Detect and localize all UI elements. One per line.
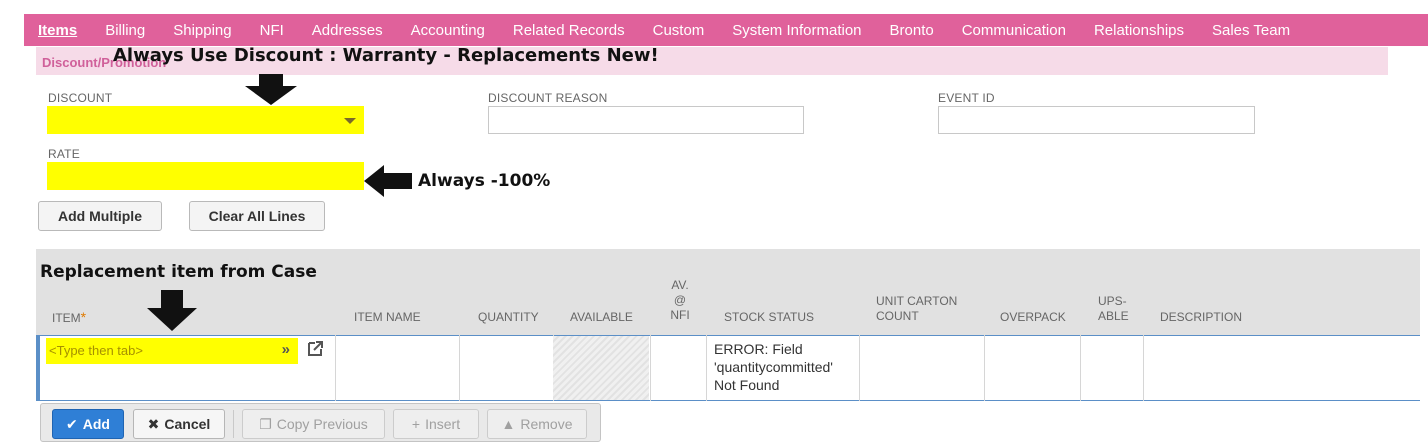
tab-related-records[interactable]: Related Records (499, 22, 639, 39)
line-action-bar: ✔ Add ✖ Cancel ❐ Copy Previous + Insert ▲ Rem… (40, 403, 601, 442)
add-multiple-button[interactable]: Add Multiple (38, 201, 162, 231)
cell-divider (459, 335, 460, 401)
available-cell-disabled (553, 336, 649, 400)
discount-select[interactable] (47, 106, 364, 134)
subtab-bar: Items Billing Shipping NFI Addresses Acc… (24, 14, 1428, 46)
discount-reason-label: DISCOUNT REASON (488, 91, 608, 105)
column-header-quantity[interactable]: QUANTITY (478, 310, 539, 325)
column-header-item[interactable]: ITEM* (52, 310, 86, 326)
column-header-stock-status[interactable]: STOCK STATUS (724, 310, 814, 325)
toolbar-divider (233, 410, 234, 438)
tab-addresses[interactable]: Addresses (298, 22, 397, 39)
arrow-down-icon (245, 74, 297, 105)
plus-icon: + (411, 416, 421, 432)
column-header-upsable[interactable]: UPS- ABLE (1098, 294, 1129, 324)
tab-custom[interactable]: Custom (639, 22, 719, 39)
discount-label: DISCOUNT (48, 91, 113, 105)
arrow-down-icon (147, 290, 197, 331)
rate-field[interactable] (47, 162, 364, 190)
event-id-field[interactable] (938, 106, 1255, 134)
open-external-icon[interactable] (306, 340, 324, 358)
event-id-label: EVENT ID (938, 91, 995, 105)
tab-billing[interactable]: Billing (91, 22, 159, 39)
cell-divider (1143, 335, 1144, 401)
tab-sales-team[interactable]: Sales Team (1198, 22, 1304, 39)
item-placeholder: <Type then tab> (49, 343, 143, 358)
cell-divider (859, 335, 860, 401)
rate-label: RATE (48, 147, 80, 161)
tab-items[interactable]: Items (24, 22, 91, 39)
rate-annotation: Always -100% (418, 171, 551, 191)
tab-bronto[interactable]: Bronto (876, 22, 948, 39)
check-icon: ✔ (66, 415, 78, 432)
column-header-unit-carton-count[interactable]: UNIT CARTON COUNT (876, 294, 957, 324)
discount-reason-field[interactable] (488, 106, 804, 134)
copy-previous-button[interactable]: ❐ Copy Previous (242, 409, 385, 439)
row-selection-bar (36, 335, 40, 401)
insert-button[interactable]: + Insert (393, 409, 479, 439)
cancel-button[interactable]: ✖ Cancel (133, 409, 225, 439)
cell-divider (650, 335, 651, 401)
clear-all-lines-button[interactable]: Clear All Lines (189, 201, 325, 231)
column-header-description[interactable]: DESCRIPTION (1160, 310, 1242, 325)
add-button[interactable]: ✔ Add (52, 409, 124, 439)
tab-accounting[interactable]: Accounting (397, 22, 499, 39)
cell-divider (984, 335, 985, 401)
column-header-available[interactable]: AVAILABLE (570, 310, 633, 325)
stock-status-cell: ERROR: Field 'quantitycommitted' Not Fou… (714, 341, 833, 393)
tab-nfi[interactable]: NFI (246, 22, 298, 39)
column-header-av-nfi[interactable]: AV. @ NFI (670, 278, 690, 323)
discount-annotation: Always Use Discount : Warranty - Replace… (113, 45, 659, 66)
tab-communication[interactable]: Communication (948, 22, 1080, 39)
column-header-overpack[interactable]: OVERPACK (1000, 310, 1066, 325)
tab-system-information[interactable]: System Information (718, 22, 875, 39)
copy-icon: ❐ (259, 415, 272, 432)
tab-shipping[interactable]: Shipping (159, 22, 245, 39)
tab-relationships[interactable]: Relationships (1080, 22, 1198, 39)
trash-icon: ▲ (501, 416, 516, 432)
cell-divider (706, 335, 707, 401)
cell-divider (335, 335, 336, 401)
chevron-down-icon[interactable] (344, 118, 356, 124)
cell-divider (1080, 335, 1081, 401)
item-input[interactable]: <Type then tab> » (46, 338, 298, 364)
column-header-item-name[interactable]: ITEM NAME (354, 310, 421, 325)
arrow-left-icon (364, 165, 412, 197)
replacement-annotation: Replacement item from Case (40, 262, 317, 282)
double-chevron-down-icon[interactable]: » (282, 341, 290, 358)
remove-button[interactable]: ▲ Remove (487, 409, 587, 439)
required-marker: * (80, 309, 87, 325)
close-icon: ✖ (147, 415, 160, 432)
